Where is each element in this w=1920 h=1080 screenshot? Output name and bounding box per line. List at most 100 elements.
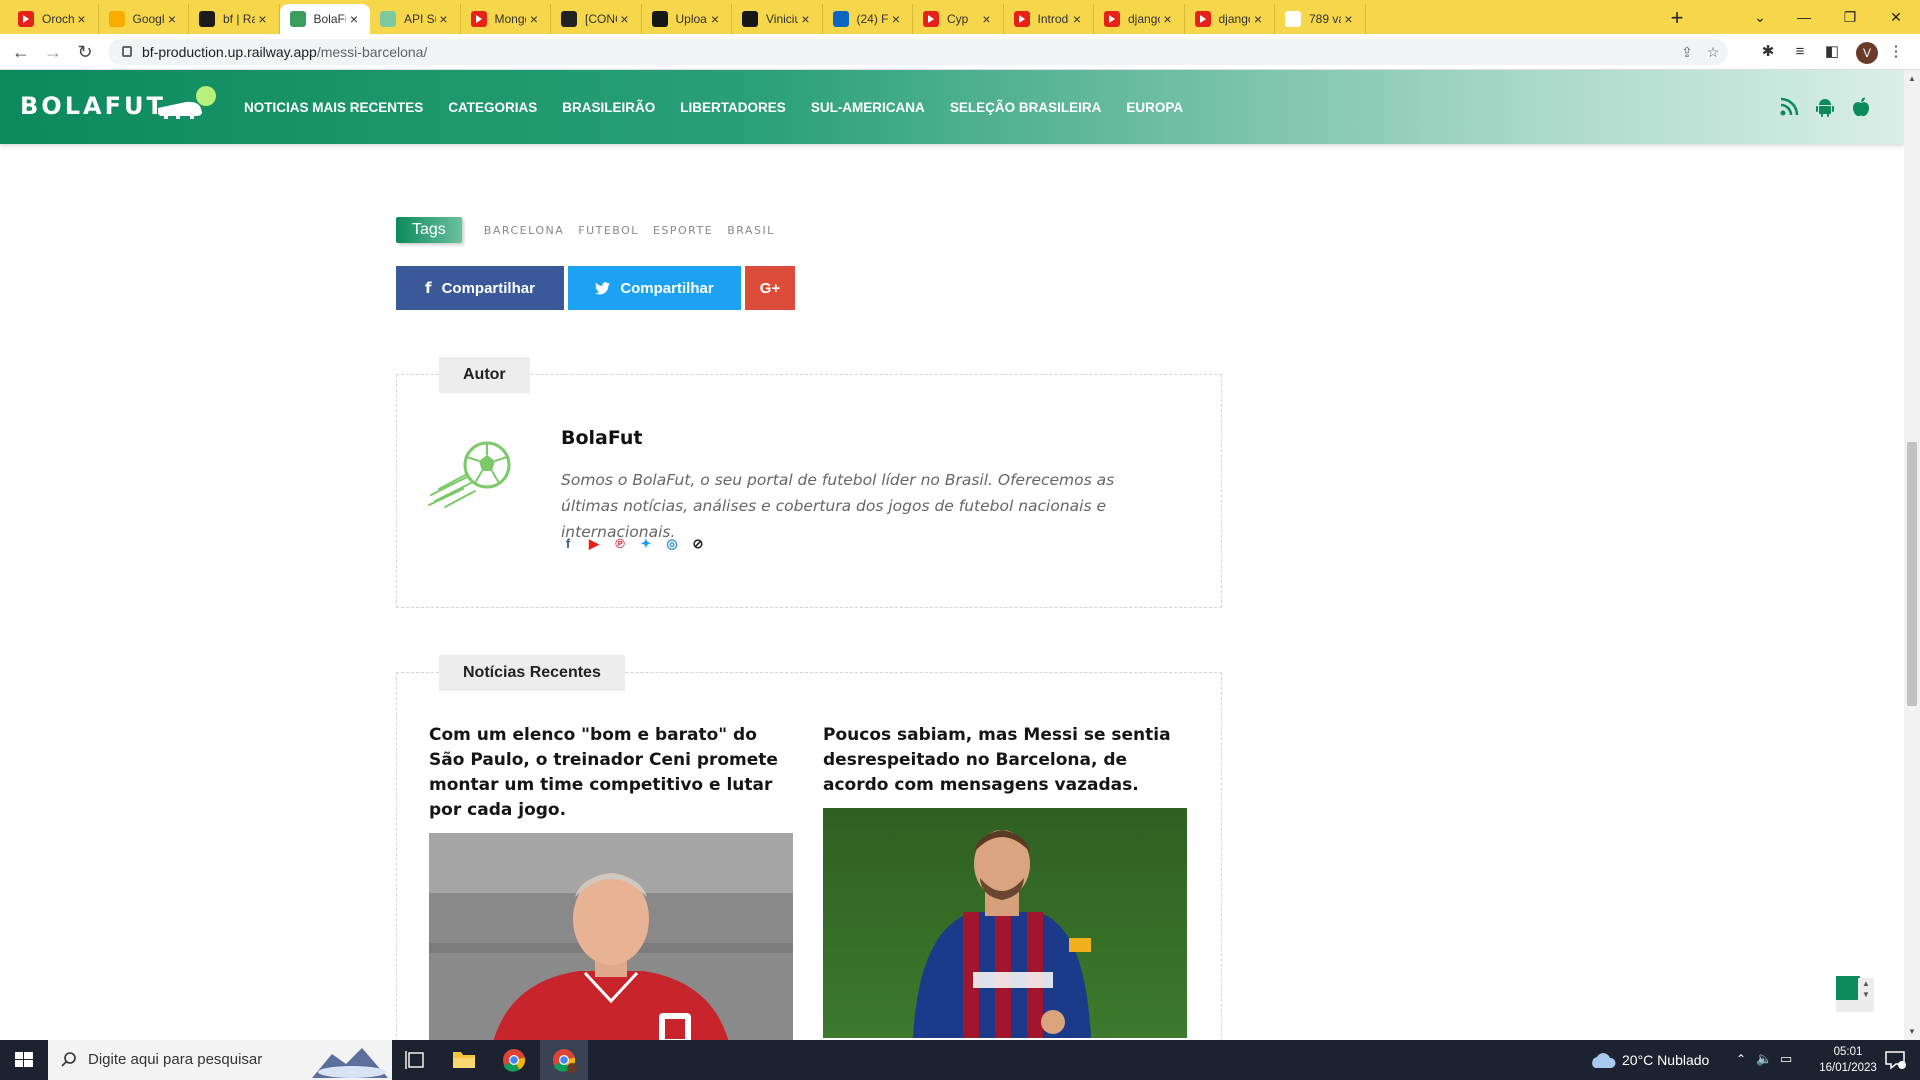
tab-close-icon[interactable]: × [1069, 11, 1085, 27]
tab-close-icon[interactable]: × [798, 11, 814, 27]
tab-close-icon[interactable]: × [74, 11, 90, 27]
browser-tab[interactable]: django× [1094, 4, 1185, 34]
tab-close-icon[interactable]: × [617, 11, 633, 27]
browser-tab[interactable]: Vinicius× [732, 4, 823, 34]
notifications-icon[interactable] [1884, 1050, 1906, 1070]
apple-icon[interactable] [1850, 96, 1872, 118]
tab-close-icon[interactable]: × [526, 11, 542, 27]
windows-start-icon[interactable] [0, 1040, 48, 1080]
tab-close-icon[interactable]: × [1250, 11, 1266, 27]
browser-tab[interactable]: Cyp × [913, 4, 1004, 34]
forward-arrow-icon[interactable]: → [40, 39, 66, 65]
twitter-icon[interactable]: ✦ [639, 537, 653, 551]
tab-search-chevron-icon[interactable]: ⌄ [1740, 4, 1780, 30]
extensions-puzzle-icon[interactable]: ✱ [1758, 42, 1778, 62]
back-to-top-button[interactable] [1836, 976, 1860, 1000]
volume-icon[interactable]: 🔈 [1756, 1051, 1772, 1067]
tag-link[interactable]: ESPORTE [653, 224, 713, 237]
address-bar[interactable]: bf-production.up.railway.app/messi-barce… [108, 39, 1728, 65]
profile-avatar[interactable]: V [1856, 42, 1878, 64]
rss-icon[interactable] [1778, 96, 1800, 118]
task-view-icon[interactable] [392, 1040, 440, 1080]
news-card[interactable]: Com um elenco "bom e barato" do São Paul… [429, 723, 795, 1063]
share-page-icon[interactable]: ⇪ [1678, 43, 1696, 61]
tag-link[interactable]: FUTEBOL [578, 224, 639, 237]
tab-close-icon[interactable]: × [255, 11, 271, 27]
youtube-icon[interactable]: ▶ [587, 537, 601, 551]
scroll-down-arrow-icon[interactable]: ▼ [1908, 1027, 1916, 1036]
tab-close-icon[interactable]: × [1160, 11, 1176, 27]
share-google-plus-button[interactable]: G+ [745, 266, 795, 310]
chrome-icon[interactable] [490, 1040, 538, 1080]
restore-button[interactable]: ❐ [1830, 4, 1870, 30]
tab-close-icon[interactable]: × [346, 11, 362, 27]
tab-close-icon[interactable]: × [979, 11, 995, 27]
back-to-top-widget[interactable]: ▲ ▼ [1836, 976, 1876, 1014]
news-title[interactable]: Com um elenco "bom e barato" do São Paul… [429, 723, 795, 823]
news-image-ceni[interactable] [429, 833, 793, 1063]
page-scrollbar[interactable]: ▲ ▼ [1904, 70, 1920, 1040]
tab-close-icon[interactable]: × [707, 11, 723, 27]
browser-tab[interactable]: Google× [99, 4, 189, 34]
nav-item[interactable]: EUROPA [1126, 100, 1183, 115]
widget-scroll-arrows-icon[interactable]: ▲ ▼ [1858, 978, 1874, 1012]
browser-tab[interactable]: Upload× [642, 4, 732, 34]
android-icon[interactable] [1814, 96, 1836, 118]
widget-hscroll[interactable] [1836, 1000, 1858, 1012]
lock-icon[interactable] [122, 46, 132, 57]
news-card[interactable]: Poucos sabiam, mas Messi se sentia desre… [823, 723, 1189, 1038]
bookmark-star-icon[interactable]: ☆ [1704, 43, 1722, 61]
tab-close-icon[interactable]: × [1341, 11, 1357, 27]
url-text[interactable]: bf-production.up.railway.app/messi-barce… [142, 39, 427, 65]
pinterest-icon[interactable]: ℗ [613, 537, 627, 551]
tag-link[interactable]: BRASIL [727, 224, 775, 237]
facebook-icon[interactable]: f [561, 537, 575, 551]
tag-link[interactable]: BARCELONA [484, 224, 564, 237]
tab-close-icon[interactable]: × [436, 11, 452, 27]
nav-item[interactable]: NOTICIAS MAIS RECENTES [244, 100, 423, 115]
chrome-menu-icon[interactable]: ⋮ [1886, 42, 1906, 62]
browser-tab[interactable]: django× [1185, 4, 1275, 34]
browser-tab[interactable]: BolaFut× [279, 4, 370, 34]
tab-close-icon[interactable]: × [888, 11, 904, 27]
browser-tab[interactable]: (24) Fee× [823, 4, 913, 34]
share-facebook-button[interactable]: f Compartilhar [396, 266, 564, 310]
tab-close-icon[interactable]: × [164, 11, 180, 27]
media-control-icon[interactable]: ≡ [1790, 42, 1810, 62]
logo-ball-shoe-icon[interactable] [156, 84, 218, 120]
news-title[interactable]: Poucos sabiam, mas Messi se sentia desre… [823, 723, 1189, 798]
nav-item[interactable]: LIBERTADORES [680, 100, 786, 115]
new-tab-button[interactable]: + [1664, 6, 1690, 32]
weather-widget[interactable]: 20°C Nublado [1622, 1040, 1709, 1080]
clock[interactable]: 05:01 16/01/2023 [1814, 1044, 1882, 1076]
browser-tab[interactable]: [CONCE× [551, 4, 642, 34]
file-explorer-icon[interactable] [440, 1040, 488, 1080]
instagram-icon[interactable]: ◎ [665, 537, 679, 551]
network-icon[interactable]: ▭ [1780, 1051, 1792, 1067]
taskbar-search-box[interactable]: Digite aqui para pesquisar [48, 1040, 392, 1080]
minimize-button[interactable]: — [1784, 4, 1824, 30]
close-window-button[interactable]: ✕ [1876, 4, 1916, 30]
scrollbar-thumb[interactable] [1907, 442, 1917, 706]
share-twitter-button[interactable]: Compartilhar [568, 266, 741, 310]
link-icon[interactable]: ⊘ [691, 537, 705, 551]
side-panel-icon[interactable]: ◧ [1822, 42, 1842, 62]
nav-item[interactable]: CATEGORIAS [448, 100, 537, 115]
nav-item[interactable]: BRASILEIRÃO [562, 100, 655, 115]
nav-item[interactable]: SUL-AMERICANA [811, 100, 925, 115]
browser-tab[interactable]: Orochi× [8, 4, 99, 34]
chrome-profile-icon[interactable] [540, 1040, 588, 1080]
browser-tab[interactable]: Introdu× [1004, 4, 1094, 34]
back-arrow-icon[interactable]: ← [8, 39, 34, 65]
author-name[interactable]: BolaFut [561, 427, 643, 449]
browser-tab[interactable]: API Sub× [370, 4, 461, 34]
news-image-messi[interactable] [823, 808, 1187, 1038]
browser-tab[interactable]: bf | Railw× [189, 4, 280, 34]
reload-icon[interactable]: ↻ [72, 39, 98, 65]
nav-item[interactable]: SELEÇÃO BRASILEIRA [950, 100, 1102, 115]
browser-tab[interactable]: MongoD× [461, 4, 551, 34]
site-logo[interactable]: BOLAFUT [20, 92, 166, 120]
scroll-up-arrow-icon[interactable]: ▲ [1908, 74, 1916, 83]
browser-tab[interactable]: 789 vag× [1275, 4, 1366, 34]
show-hidden-icons-icon[interactable]: ⌃ [1736, 1052, 1746, 1066]
